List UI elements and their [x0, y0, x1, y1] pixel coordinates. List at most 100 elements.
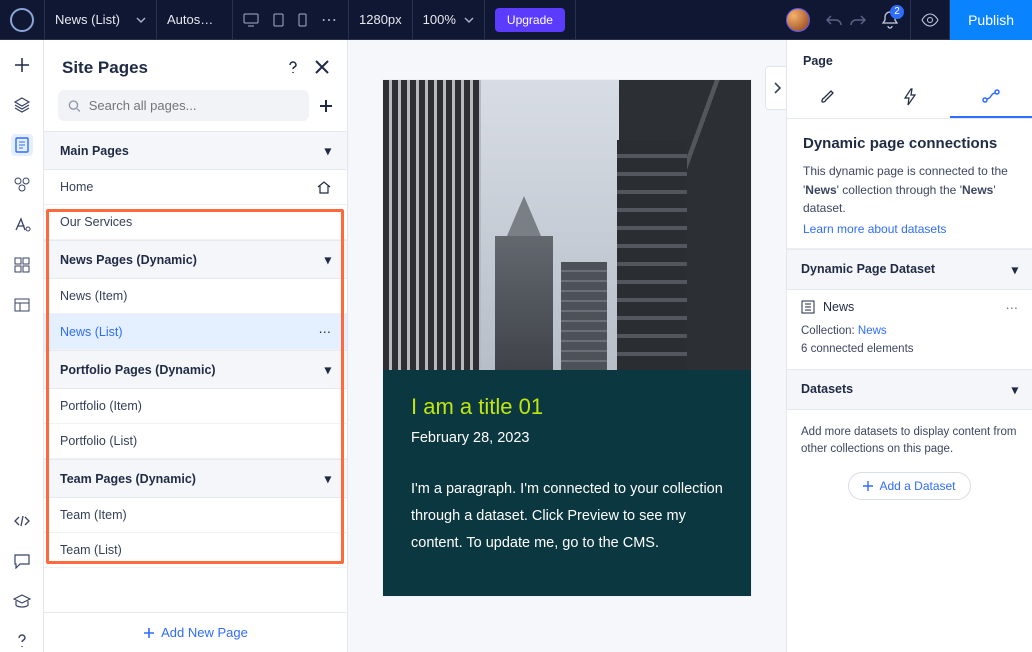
tablet-icon[interactable] [273, 13, 284, 27]
add-elements-icon[interactable] [11, 54, 33, 76]
tab-interactions[interactable] [869, 76, 951, 118]
dev-mode-icon[interactable] [11, 510, 33, 532]
zoom-control[interactable]: 100% [413, 0, 485, 39]
page-row-news-list[interactable]: News (List) ⋯ [44, 314, 347, 350]
accordion-dynamic-dataset[interactable]: Dynamic Page Dataset ▾ [787, 249, 1032, 290]
layers-icon[interactable] [11, 94, 33, 116]
page-row-news-item[interactable]: News (Item) [44, 279, 347, 314]
item-image [383, 80, 751, 370]
wix-logo-icon[interactable] [10, 8, 34, 32]
item-paragraph[interactable]: I'm a paragraph. I'm connected to your c… [411, 476, 723, 556]
close-icon[interactable] [315, 60, 329, 74]
help-icon[interactable] [11, 630, 33, 652]
home-icon [317, 181, 331, 194]
left-rail [0, 40, 44, 652]
item-date[interactable]: February 28, 2023 [411, 430, 723, 446]
repeater-item[interactable]: I am a title 01 February 28, 2023 I'm a … [383, 80, 751, 596]
page-row-team-list[interactable]: Team (List) [44, 533, 347, 568]
site-styles-icon[interactable] [11, 174, 33, 196]
section-main-pages[interactable]: Main Pages ▾ [44, 131, 347, 170]
page-row-portfolio-item[interactable]: Portfolio (Item) [44, 389, 347, 424]
preview-eye-icon [921, 13, 939, 27]
learn-icon[interactable] [11, 590, 33, 612]
caret-down-icon: ▾ [1012, 262, 1018, 277]
accordion-datasets[interactable]: Datasets ▾ [787, 369, 1032, 410]
avatar[interactable] [786, 8, 810, 32]
section-team-pages[interactable]: Team Pages (Dynamic) ▾ [44, 459, 347, 498]
item-title[interactable]: I am a title 01 [411, 394, 723, 420]
breakpoint-width[interactable]: 1280px [349, 0, 413, 39]
pages-icon[interactable] [11, 134, 33, 156]
section-portfolio-pages[interactable]: Portfolio Pages (Dynamic) ▾ [44, 350, 347, 389]
page-row-team-item[interactable]: Team (Item) [44, 498, 347, 533]
brush-icon [820, 89, 836, 105]
site-pages-panel: Site Pages Main Pages ▾ Home Our [44, 40, 348, 652]
undo-redo [826, 13, 866, 27]
top-bar: News (List) Autos… ⋯ 1280px 100% Upgrade… [0, 0, 1032, 40]
caret-down-icon: ▾ [325, 362, 331, 377]
topbar-right: 2 [774, 8, 910, 32]
collection-link[interactable]: News [858, 325, 887, 337]
chevron-down-icon [464, 15, 474, 25]
chevron-down-icon [136, 15, 146, 25]
page-dropdown[interactable]: News (List) [45, 0, 157, 39]
device-switcher: ⋯ [233, 0, 349, 39]
preview[interactable] [910, 0, 950, 39]
dataset-icon [801, 300, 815, 314]
page-dropdown-value: News (List) [55, 12, 120, 27]
notifications[interactable]: 2 [882, 11, 898, 29]
mobile-icon[interactable] [298, 13, 307, 27]
item-body: I am a title 01 February 28, 2023 I'm a … [383, 370, 751, 596]
dataset-name: News [823, 300, 854, 314]
connection-description: This dynamic page is connected to the 'N… [803, 162, 1016, 218]
search-icon [68, 99, 81, 113]
connection-icon [982, 89, 1000, 103]
learn-more-link[interactable]: Learn more about datasets [803, 222, 946, 236]
page-row-our-services[interactable]: Our Services [44, 205, 347, 240]
page-row-portfolio-list[interactable]: Portfolio (List) [44, 424, 347, 459]
caret-down-icon: ▾ [1012, 382, 1018, 397]
add-dataset-button[interactable]: Add a Dataset [848, 472, 970, 500]
inspector-panel: Page Dynamic page connections This dynam… [786, 40, 1032, 652]
caret-down-icon: ▾ [325, 252, 331, 267]
comments-icon[interactable] [11, 550, 33, 572]
redo-icon[interactable] [850, 13, 866, 27]
pages-search[interactable] [58, 90, 309, 121]
page-row-home[interactable]: Home [44, 170, 347, 205]
add-dataset-description: Add more datasets to display content fro… [801, 424, 1018, 459]
search-input[interactable] [89, 98, 299, 113]
dataset-actions-icon[interactable]: ⋯ [1006, 300, 1019, 315]
upgrade-button[interactable]: Upgrade [495, 8, 565, 32]
dynamic-connections-section: Dynamic page connections This dynamic pa… [787, 119, 1032, 249]
page-actions-icon[interactable]: ⋯ [319, 324, 332, 339]
app-market-icon[interactable] [11, 254, 33, 276]
tab-data[interactable] [950, 76, 1032, 118]
plus-icon [143, 627, 155, 639]
undo-icon[interactable] [826, 13, 842, 27]
inspector-tabs [787, 76, 1032, 119]
dataset-collection: Collection: News [787, 325, 1032, 343]
add-page-icon[interactable] [319, 99, 333, 113]
desktop-icon[interactable] [243, 13, 259, 27]
publish-button[interactable]: Publish [950, 0, 1032, 40]
pages-panel-title: Site Pages [62, 58, 285, 78]
section-news-pages[interactable]: News Pages (Dynamic) ▾ [44, 240, 347, 279]
add-new-page-button[interactable]: Add New Page [44, 612, 347, 652]
dataset-row[interactable]: News ⋯ [787, 290, 1032, 325]
logo-segment [0, 0, 45, 39]
caret-down-icon: ▾ [325, 143, 331, 158]
collapse-right-panel-button[interactable] [765, 66, 786, 110]
pages-tree: Main Pages ▾ Home Our Services News Page… [44, 131, 347, 612]
cms-icon[interactable] [11, 294, 33, 316]
help-icon[interactable] [285, 60, 301, 76]
caret-down-icon: ▾ [325, 471, 331, 486]
tab-design[interactable] [787, 76, 869, 118]
autosave-status: Autos… [157, 0, 233, 39]
chevron-right-icon [773, 82, 781, 94]
theme-icon[interactable] [11, 214, 33, 236]
plus-icon [863, 481, 873, 491]
more-breakpoints-icon[interactable]: ⋯ [321, 10, 338, 30]
canvas: I am a title 01 February 28, 2023 I'm a … [348, 40, 786, 652]
notification-badge: 2 [890, 5, 904, 19]
add-dataset-section: Add more datasets to display content fro… [787, 410, 1032, 515]
